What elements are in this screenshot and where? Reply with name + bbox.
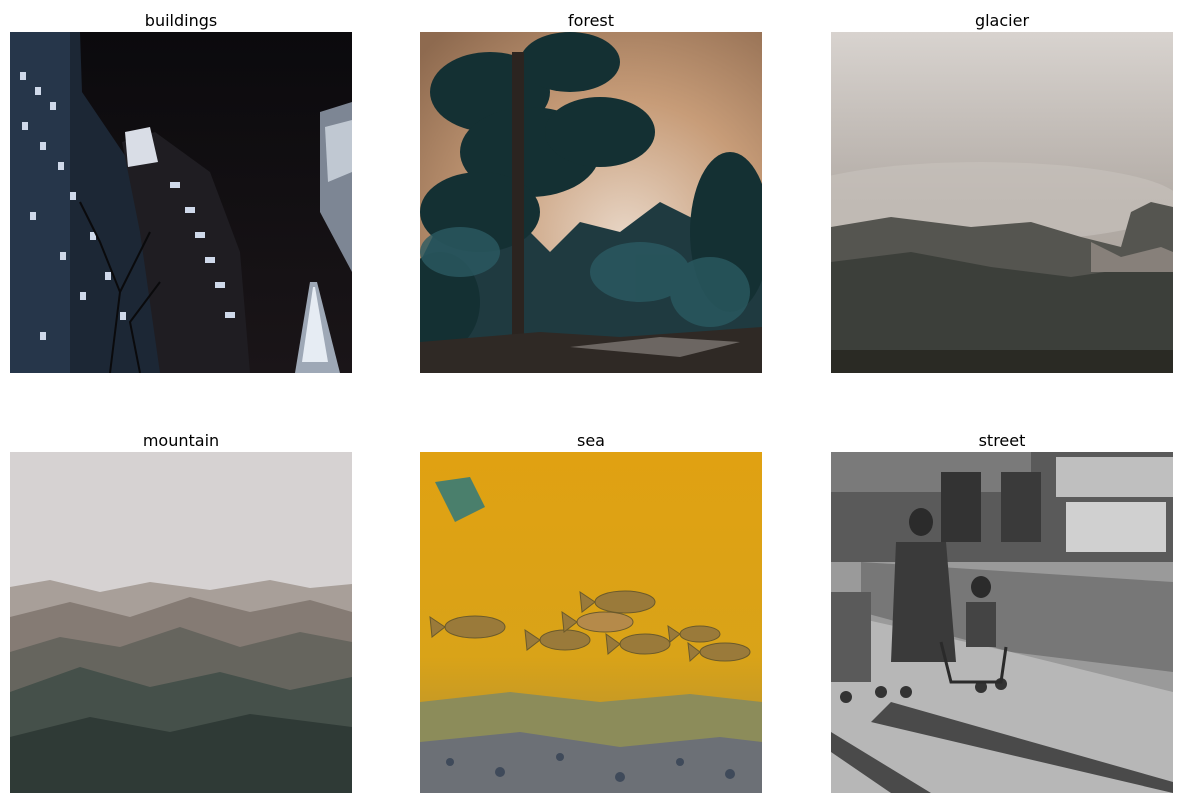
street-photo bbox=[831, 452, 1173, 793]
image-panel-mountain: mountain bbox=[10, 430, 352, 793]
glacier-photo bbox=[831, 32, 1173, 373]
image-panel-glacier: glacier bbox=[831, 10, 1173, 373]
image-panel-forest: forest bbox=[420, 10, 762, 373]
panel-title: street bbox=[978, 431, 1026, 450]
image-panel-sea: sea bbox=[420, 430, 762, 793]
buildings-photo bbox=[10, 32, 352, 373]
panel-title: mountain bbox=[142, 431, 220, 450]
image-panel-buildings: buildings bbox=[10, 10, 352, 373]
image-panel-street: street bbox=[831, 430, 1173, 793]
mountain-photo bbox=[10, 452, 352, 793]
panel-title: buildings bbox=[144, 11, 218, 30]
panel-title: glacier bbox=[974, 11, 1030, 30]
sea-photo bbox=[420, 452, 762, 793]
forest-photo bbox=[420, 32, 762, 373]
panel-title: forest bbox=[567, 11, 615, 30]
panel-title: sea bbox=[577, 431, 605, 450]
